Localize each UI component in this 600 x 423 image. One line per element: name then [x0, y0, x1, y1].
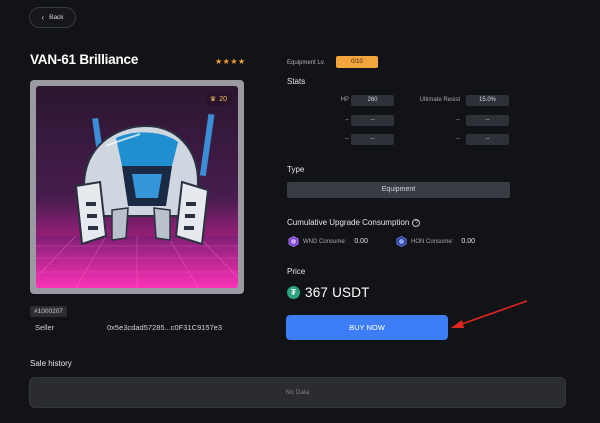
stat-label: --	[345, 136, 349, 142]
stat-label-hp: HP	[340, 97, 349, 103]
price-value: 367 USDT	[305, 285, 370, 300]
stat-label: --	[456, 117, 460, 123]
back-label: Back	[49, 14, 64, 21]
upgrade-consumption-title: Cumulative Upgrade Consumption?	[287, 218, 421, 227]
chevron-left-icon: ‹	[41, 12, 45, 22]
wnd-consume-value: 0.00	[354, 238, 368, 245]
upgrade-consumption-label: Cumulative Upgrade Consumption	[287, 218, 410, 227]
type-value: Equipment	[287, 182, 510, 198]
crown-icon: ♛	[209, 96, 217, 103]
item-title: VAN-61 Brilliance	[30, 52, 139, 67]
token-id-tag: #1000207	[30, 306, 67, 317]
info-icon[interactable]: ?	[412, 219, 421, 227]
stat-value-ultimate-resist: 15.0%	[466, 95, 509, 106]
level-badge: ♛ 20	[204, 92, 232, 106]
stat-value: --	[466, 115, 509, 126]
sale-history-title: Sale history	[30, 359, 72, 368]
rarity-stars: ★★★★	[215, 57, 246, 66]
item-image: ♛ 20	[36, 86, 238, 288]
sale-history-empty: No Data	[29, 377, 566, 408]
back-button[interactable]: ‹ Back	[29, 7, 76, 28]
equipment-level-value: 0/10	[336, 56, 378, 68]
tether-icon: ₮	[287, 286, 300, 299]
seller-label: Seller	[35, 323, 55, 332]
buy-now-button[interactable]: BUY NOW	[286, 315, 448, 340]
stat-value: --	[466, 134, 509, 145]
badge-value: 20	[219, 95, 227, 103]
item-image-frame: ♛ 20	[30, 80, 244, 294]
type-title: Type	[287, 165, 305, 174]
wnd-consume: WND Consume: 0.00	[288, 236, 368, 247]
price-title: Price	[287, 267, 306, 276]
hon-consume-value: 0.00	[461, 238, 475, 245]
hon-token-icon	[396, 236, 407, 247]
wnd-token-icon	[288, 236, 299, 247]
hon-consume: HON Consume: 0.00	[396, 236, 475, 247]
price-row: ₮ 367 USDT	[287, 285, 370, 300]
stat-label: --	[345, 117, 349, 123]
stat-label-ultimate-resist: Ultimate Resist	[419, 97, 460, 103]
equipment-level-label: Equipment Lv.	[287, 60, 325, 66]
hon-consume-label: HON Consume:	[411, 238, 454, 245]
helmet-artwork	[36, 113, 238, 288]
stat-label: --	[456, 136, 460, 142]
seller-address[interactable]: 0x5e3cdad57285...c0F31C9157e3	[107, 323, 222, 332]
stats-title: Stats	[287, 77, 306, 86]
wnd-consume-label: WND Consume:	[303, 238, 347, 245]
